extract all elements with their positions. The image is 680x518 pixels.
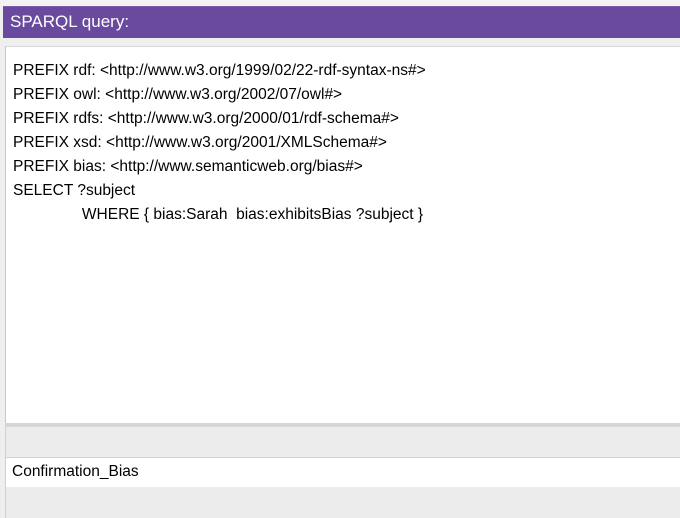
results-cell-subject[interactable]: Confirmation_Bias [12, 463, 139, 481]
query-panel-header: SPARQL query: [3, 6, 680, 38]
query-panel-title: SPARQL query: [10, 12, 130, 31]
results-header-bar [5, 427, 680, 457]
sparql-query-editor[interactable]: PREFIX rdf: <http://www.w3.org/1999/02/2… [5, 46, 680, 423]
results-empty-area [5, 487, 680, 518]
sparql-query-text[interactable]: PREFIX rdf: <http://www.w3.org/1999/02/2… [6, 47, 680, 227]
sparql-query-window: SPARQL query: PREFIX rdf: <http://www.w3… [0, 0, 680, 518]
results-table-row[interactable]: Confirmation_Bias [5, 457, 680, 487]
header-gap [0, 38, 680, 46]
